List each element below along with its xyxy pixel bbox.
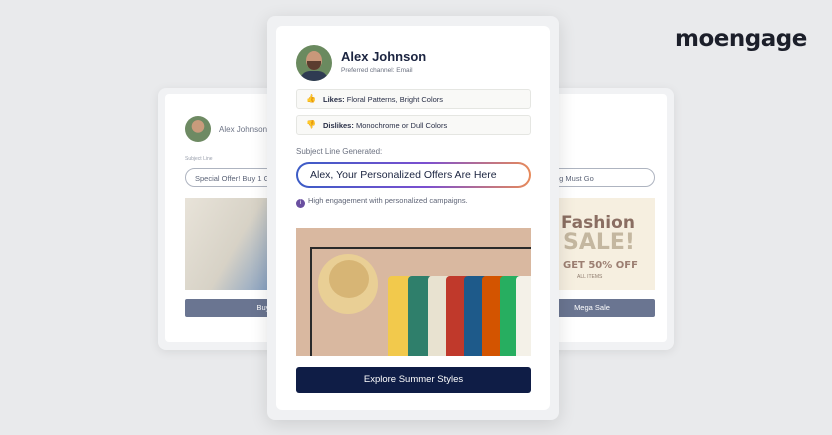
user-name: Alex Johnson <box>341 49 427 64</box>
likes-value: Floral Patterns, Bright Colors <box>344 95 444 104</box>
subject-line-field: Alex, Your Personalized Offers Are Here <box>296 162 531 188</box>
brand-logo: moengage <box>675 26 807 52</box>
subject-line-text: Alex, Your Personalized Offers Are Here <box>298 164 529 186</box>
subject-label: Subject Line <box>185 156 213 162</box>
thumbs-up-icon: 👍 <box>306 94 316 103</box>
likes-label: Likes: <box>323 95 345 104</box>
dislikes-value: Monochrome or Dull Colors <box>353 121 448 130</box>
subject-label: Subject Line Generated: <box>296 147 383 156</box>
preferred-channel: Preferred channel: Email <box>341 67 413 74</box>
poster-line: GET 50% OFF <box>563 260 638 271</box>
avatar <box>296 45 332 81</box>
dislikes-row: 👎 Dislikes: Monochrome or Dull Colors <box>296 115 531 135</box>
subject-line-field: ng Must Go <box>545 168 655 187</box>
poster-line: SALE! <box>563 230 635 255</box>
personalized-email-card: Alex Johnson Preferred channel: Email 👍 … <box>276 26 550 410</box>
insight-note: i High engagement with personalized campa… <box>296 196 468 208</box>
avatar <box>185 116 211 142</box>
likes-row: 👍 Likes: Floral Patterns, Bright Colors <box>296 89 531 109</box>
dislikes-label: Dislikes: <box>323 121 354 130</box>
insight-text: High engagement with personalized campai… <box>308 196 468 205</box>
explore-summer-styles-button[interactable]: Explore Summer Styles <box>296 367 531 393</box>
summer-clothing-image <box>296 228 531 356</box>
thumbs-down-icon: 👎 <box>306 120 316 129</box>
sale-poster-image: Fashion SALE! GET 50% OFF ALL ITEMS <box>559 198 655 290</box>
info-icon: i <box>296 199 305 208</box>
poster-line: ALL ITEMS <box>577 274 603 280</box>
user-name: Alex Johnson <box>219 125 268 134</box>
